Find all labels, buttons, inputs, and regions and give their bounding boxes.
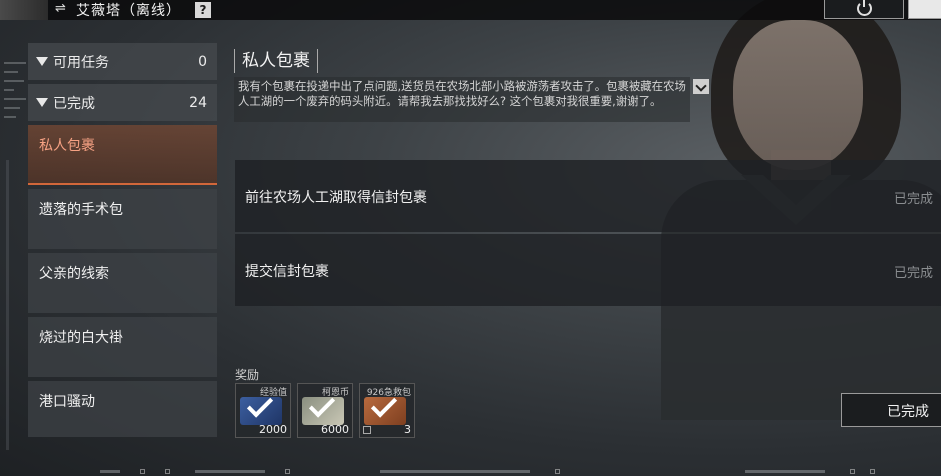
- quest-item-burned-coat[interactable]: 烧过的白大褂: [28, 317, 217, 377]
- chevron-down-icon: [36, 57, 48, 66]
- reward-qty: 2000: [259, 423, 287, 436]
- top-right-button[interactable]: [908, 0, 941, 19]
- objective-status: 已完成: [894, 192, 934, 207]
- avatar: [0, 0, 48, 20]
- chevron-down-icon: [36, 98, 48, 107]
- rewards-label: 奖励: [235, 368, 260, 382]
- top-bar: ⇌ 艾薇塔（离线） ?: [0, 0, 941, 20]
- collapse-description-button[interactable]: [693, 79, 709, 94]
- swap-arrows-icon[interactable]: ⇌: [55, 1, 66, 16]
- left-decoration: [0, 55, 30, 155]
- quest-item-surgical-kit[interactable]: 遗落的手术包: [28, 189, 217, 249]
- reward-currency[interactable]: 柯恩币 6000: [297, 383, 353, 438]
- objective-text: 前往农场人工湖取得信封包裹: [245, 190, 427, 206]
- category-count: 0: [198, 53, 207, 70]
- category-label: 可用任务: [53, 54, 109, 71]
- quest-description: 我有个包裹在投递中出了点问题,送货员在农场北部小路被游荡者攻击了。包裹被藏在农场…: [234, 77, 690, 122]
- quest-title: 私人包裹: [234, 49, 318, 73]
- reward-medkit[interactable]: 926急救包 3: [359, 383, 415, 438]
- objective-text: 提交信封包裹: [245, 264, 329, 280]
- category-label: 已完成: [53, 95, 95, 112]
- quest-item-father-clue[interactable]: 父亲的线索: [28, 253, 217, 313]
- reward-qty: 6000: [321, 423, 349, 436]
- npc-name: 艾薇塔（离线）: [76, 3, 181, 19]
- category-available[interactable]: 可用任务 0: [28, 43, 217, 80]
- objective-status: 已完成: [894, 266, 934, 281]
- reward-qty: 3: [404, 423, 411, 436]
- category-completed[interactable]: 已完成 24: [28, 84, 217, 121]
- power-icon: [857, 0, 872, 16]
- objective-row: 前往农场人工湖取得信封包裹 已完成: [235, 160, 941, 232]
- power-button[interactable]: [824, 0, 904, 19]
- objective-row: 提交信封包裹 已完成: [235, 234, 941, 306]
- left-decoration-bar: [6, 160, 9, 450]
- quest-sidebar: 可用任务 0 已完成 24 私人包裹 遗落的手术包 父亲的线索 烧过的白大褂 港…: [28, 43, 217, 441]
- quest-item-harbor-riot[interactable]: 港口骚动: [28, 381, 217, 437]
- category-count: 24: [189, 94, 207, 111]
- bottom-decoration: [0, 462, 941, 476]
- reward-experience[interactable]: 经验值 2000: [235, 383, 291, 438]
- help-icon[interactable]: ?: [195, 2, 211, 18]
- quest-item-private-package[interactable]: 私人包裹: [28, 125, 217, 185]
- complete-button[interactable]: 已完成: [841, 393, 941, 427]
- item-corner-icon: [363, 426, 371, 434]
